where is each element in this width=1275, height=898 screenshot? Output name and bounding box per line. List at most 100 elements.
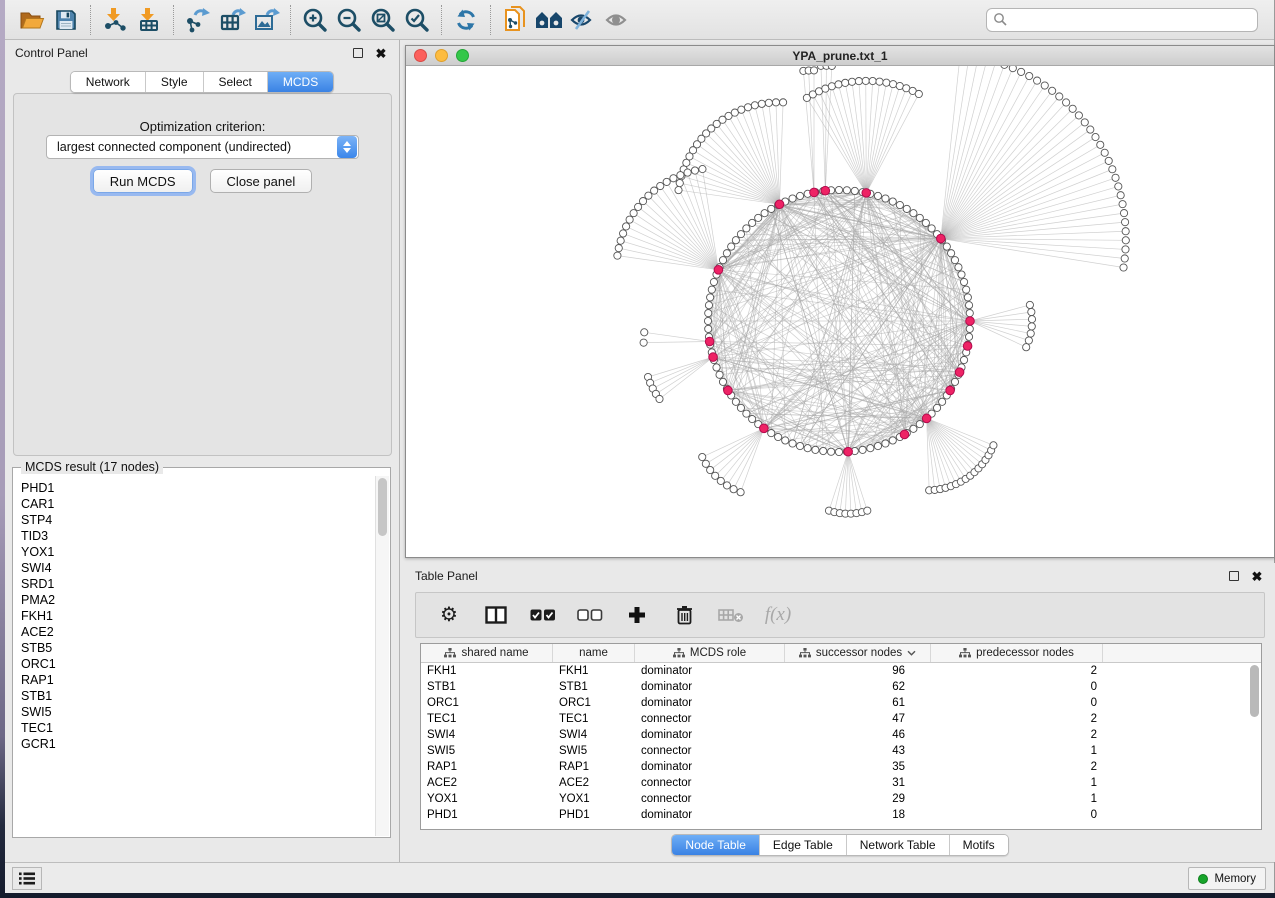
network-node[interactable] [796, 442, 803, 449]
network-node[interactable] [876, 78, 883, 85]
network-node[interactable] [910, 210, 917, 217]
network-node[interactable] [626, 216, 633, 223]
mcds-hub-node[interactable] [760, 424, 769, 433]
network-node[interactable] [1121, 219, 1128, 226]
network-node[interactable] [1009, 66, 1016, 72]
network-node[interactable] [738, 106, 745, 113]
table-row[interactable]: YOX1YOX1connector291 [421, 791, 1261, 807]
network-node[interactable] [848, 78, 855, 85]
create-column-button[interactable] [624, 602, 650, 628]
network-node[interactable] [620, 230, 627, 237]
network-node[interactable] [1033, 77, 1040, 84]
network-node[interactable] [775, 433, 782, 440]
show-task-history-button[interactable] [12, 867, 42, 890]
network-node[interactable] [1120, 210, 1127, 217]
network-node[interactable] [723, 482, 730, 489]
column-header-predecessor-nodes[interactable]: predecessor nodes [931, 644, 1103, 662]
mcds-result-item[interactable]: STP4 [21, 512, 375, 528]
network-node[interactable] [948, 250, 955, 257]
mcds-hub-node[interactable] [775, 200, 784, 209]
network-node[interactable] [663, 178, 670, 185]
network-node[interactable] [958, 271, 965, 278]
network-node[interactable] [719, 378, 726, 385]
table-row[interactable]: PHD1PHD1dominator180 [421, 807, 1261, 823]
network-node[interactable] [708, 286, 715, 293]
network-node[interactable] [916, 214, 923, 221]
network-node[interactable] [732, 398, 739, 405]
network-node[interactable] [990, 442, 997, 449]
network-node[interactable] [896, 201, 903, 208]
network-node[interactable] [796, 192, 803, 199]
table-row[interactable]: ORC1ORC1dominator610 [421, 695, 1261, 711]
network-node[interactable] [960, 356, 967, 363]
network-node[interactable] [699, 165, 706, 172]
network-node[interactable] [889, 437, 896, 444]
network-node[interactable] [1092, 133, 1099, 140]
network-node[interactable] [717, 477, 724, 484]
mcds-result-item[interactable]: ACE2 [21, 624, 375, 640]
close-panel-action-button[interactable]: Close panel [210, 169, 313, 193]
network-node[interactable] [943, 243, 950, 250]
network-node[interactable] [743, 410, 750, 417]
run-mcds-button[interactable]: Run MCDS [93, 169, 193, 193]
network-node[interactable] [645, 192, 652, 199]
import-table-button[interactable] [132, 4, 166, 36]
network-node[interactable] [737, 489, 744, 496]
mcds-result-item[interactable]: SWI5 [21, 704, 375, 720]
network-node[interactable] [699, 453, 706, 460]
network-node[interactable] [882, 195, 889, 202]
network-node[interactable] [928, 225, 935, 232]
network-node[interactable] [890, 81, 897, 88]
network-node[interactable] [1041, 82, 1048, 89]
mcds-result-item[interactable]: SRD1 [21, 576, 375, 592]
mcds-hub-node[interactable] [714, 266, 723, 275]
network-node[interactable] [1049, 87, 1056, 94]
open-file-button[interactable] [15, 4, 49, 36]
network-node[interactable] [710, 278, 717, 285]
mcds-result-item[interactable]: STB1 [21, 688, 375, 704]
close-panel-button[interactable]: ✖ [373, 45, 389, 61]
network-node[interactable] [656, 395, 663, 402]
network-node[interactable] [820, 447, 827, 454]
network-node[interactable] [765, 99, 772, 106]
tab-select[interactable]: Select [203, 72, 267, 92]
network-node[interactable] [874, 442, 881, 449]
network-node[interactable] [707, 294, 714, 301]
network-node[interactable] [691, 167, 698, 174]
zoom-fit-button[interactable] [366, 4, 400, 36]
network-node[interactable] [812, 446, 819, 453]
table-row[interactable]: STB1STB1dominator620 [421, 679, 1261, 695]
network-node[interactable] [933, 404, 940, 411]
network-node[interactable] [657, 182, 664, 189]
network-node[interactable] [749, 219, 756, 226]
network-node[interactable] [705, 325, 712, 332]
network-node[interactable] [951, 378, 958, 385]
network-node[interactable] [869, 77, 876, 84]
network-node[interactable] [707, 466, 714, 473]
mcds-result-item[interactable]: CAR1 [21, 496, 375, 512]
network-node[interactable] [1023, 344, 1030, 351]
export-network-button[interactable] [181, 4, 215, 36]
table-row[interactable]: TEC1TEC1connector472 [421, 711, 1261, 727]
network-node[interactable] [1063, 99, 1070, 106]
network-node[interactable] [910, 425, 917, 432]
mcds-result-item[interactable]: YOX1 [21, 544, 375, 560]
network-node[interactable] [614, 252, 621, 259]
network-node[interactable] [772, 99, 779, 106]
network-node[interactable] [651, 187, 658, 194]
network-node[interactable] [1081, 119, 1088, 126]
network-node[interactable] [1026, 301, 1033, 308]
network-node[interactable] [768, 430, 775, 437]
network-node[interactable] [1115, 183, 1122, 190]
refresh-button[interactable] [449, 4, 483, 36]
network-node[interactable] [874, 192, 881, 199]
network-node[interactable] [789, 440, 796, 447]
mcds-hub-node[interactable] [709, 353, 718, 362]
network-node[interactable] [670, 175, 677, 182]
network-node[interactable] [960, 278, 967, 285]
network-node[interactable] [617, 237, 624, 244]
column-header-name[interactable]: name [553, 644, 635, 662]
network-node[interactable] [835, 448, 842, 455]
network-node[interactable] [705, 302, 712, 309]
column-header-shared-name[interactable]: shared name [421, 644, 553, 662]
